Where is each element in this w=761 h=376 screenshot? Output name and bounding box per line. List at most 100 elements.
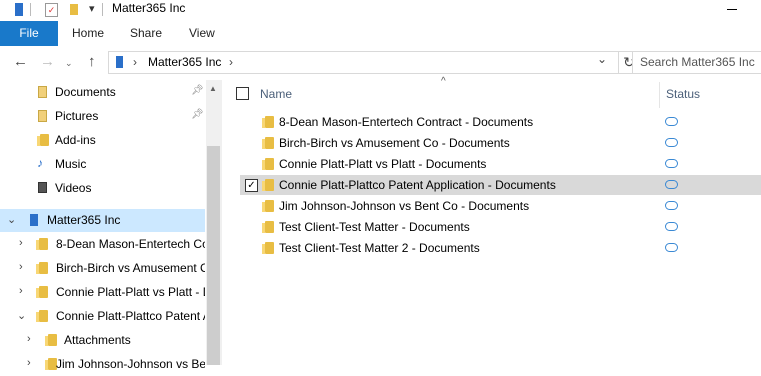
window-title: Matter365 Inc	[112, 1, 186, 15]
file-row[interactable]: 8-Dean Mason-Entertech Contract - Docume…	[240, 112, 761, 132]
file-name: Jim Johnson-Johnson vs Bent Co - Documen…	[279, 199, 530, 213]
nav-item-matter365[interactable]: ⌄ Matter365 Inc	[0, 209, 205, 232]
nav-item-dean-mason[interactable]: › 8-Dean Mason-Entertech Co	[0, 233, 205, 256]
folder-icon	[36, 286, 48, 298]
tab-home[interactable]: Home	[72, 21, 104, 46]
navigation-pane: Documents 📌︎ Pictures 📌︎ Add-ins ♪ Music…	[0, 80, 222, 371]
file-name: 8-Dean Mason-Entertech Contract - Docume…	[279, 115, 534, 129]
nav-item-label: Matter365 Inc	[47, 213, 121, 227]
nav-item-label: Connie Platt-Plattco Patent A	[56, 309, 205, 323]
address-dropdown-icon[interactable]: ⌄	[597, 52, 607, 66]
documents-icon	[38, 86, 47, 98]
file-name: Birch-Birch vs Amusement Co - Documents	[279, 136, 510, 150]
nav-scrollbar-thumb[interactable]	[207, 146, 220, 365]
column-header-status[interactable]: Status	[666, 87, 700, 101]
cloud-status-icon	[665, 180, 678, 189]
tab-view[interactable]: View	[189, 21, 215, 46]
cloud-status-icon	[665, 222, 678, 231]
chevron-down-icon[interactable]: ⌄	[7, 213, 16, 226]
chevron-right-icon[interactable]: ›	[27, 333, 31, 345]
row-checkbox[interactable]: ✓	[245, 179, 258, 192]
customize-toolbar-icon[interactable]: ▾	[89, 2, 95, 15]
nav-item-pictures[interactable]: Pictures 📌︎	[0, 105, 205, 128]
file-tab[interactable]: File	[0, 21, 58, 46]
scroll-up-icon[interactable]: ▲	[209, 84, 217, 93]
cloud-status-icon	[665, 138, 678, 147]
file-name: Connie Platt-Plattco Patent Application …	[279, 178, 556, 192]
nav-item-label: Add-ins	[55, 133, 96, 147]
recent-locations-icon[interactable]: ⌄	[65, 55, 73, 71]
folder-icon	[262, 200, 274, 212]
folder-icon	[262, 221, 274, 233]
properties-icon[interactable]: ✓	[45, 3, 58, 17]
breadcrumb-matter365[interactable]: Matter365 Inc	[148, 55, 221, 69]
nav-item-label: Music	[55, 157, 87, 171]
chevron-down-icon[interactable]: ⌄	[17, 309, 26, 322]
nav-item-attachments[interactable]: › Attachments	[0, 329, 205, 352]
nav-item-label: Videos	[55, 181, 92, 195]
tab-share[interactable]: Share	[130, 21, 162, 46]
file-row-selected[interactable]: ✓ Connie Platt-Plattco Patent Applicatio…	[240, 175, 761, 195]
nav-item-label: Documents	[55, 85, 116, 99]
chevron-right-icon[interactable]: ›	[19, 261, 23, 273]
title-bar: ✓ ▾ Matter365 Inc	[0, 0, 761, 21]
nav-item-add-ins[interactable]: Add-ins	[0, 129, 205, 152]
file-row[interactable]: Birch-Birch vs Amusement Co - Documents	[240, 133, 761, 153]
new-folder-icon[interactable]	[70, 4, 78, 15]
pin-icon[interactable]: 📌︎	[191, 85, 204, 96]
nav-item-music[interactable]: ♪ Music	[0, 153, 205, 176]
folder-icon	[262, 179, 274, 191]
folder-icon	[36, 238, 48, 250]
divider	[30, 3, 31, 16]
music-icon: ♪	[37, 156, 43, 170]
chevron-right-icon[interactable]: ›	[19, 237, 23, 249]
folder-icon	[262, 137, 274, 149]
nav-item-documents[interactable]: Documents 📌︎	[0, 81, 205, 104]
nav-item-videos[interactable]: Videos	[0, 177, 205, 200]
folder-icon	[262, 242, 274, 254]
file-row[interactable]: Jim Johnson-Johnson vs Bent Co - Documen…	[240, 196, 761, 216]
file-name: Connie Platt-Platt vs Platt - Documents	[279, 157, 487, 171]
videos-icon	[38, 182, 47, 193]
file-row[interactable]: Test Client-Test Matter - Documents	[240, 217, 761, 237]
cloud-status-icon	[665, 201, 678, 210]
back-arrow-icon[interactable]: ←	[13, 54, 28, 70]
nav-item-label: Attachments	[64, 333, 131, 347]
building-icon	[30, 214, 38, 226]
up-arrow-icon[interactable]: ↑	[88, 54, 96, 70]
minimize-button[interactable]	[727, 9, 737, 10]
folder-icon	[36, 262, 48, 274]
nav-item-label: Birch-Birch vs Amusement C	[56, 261, 205, 275]
pin-icon[interactable]: 📌︎	[191, 109, 204, 120]
breadcrumb-separator[interactable]: ›	[229, 55, 233, 69]
select-all-checkbox[interactable]	[236, 87, 249, 100]
folder-icon	[45, 334, 57, 346]
search-placeholder: Search Matter365 Inc	[640, 55, 755, 69]
cloud-status-icon	[665, 243, 678, 252]
pictures-icon	[38, 110, 47, 122]
divider	[102, 3, 103, 16]
chevron-right-icon[interactable]: ›	[27, 357, 31, 369]
cloud-status-icon	[665, 159, 678, 168]
building-icon	[116, 56, 123, 68]
file-row[interactable]: Connie Platt-Platt vs Platt - Documents	[240, 154, 761, 174]
nav-item-label: 8-Dean Mason-Entertech Co	[56, 237, 205, 251]
nav-item-connie-platt-platt[interactable]: › Connie Platt-Platt vs Platt - D	[0, 281, 205, 304]
nav-item-connie-platt-plattco[interactable]: ⌄ Connie Platt-Plattco Patent A	[0, 305, 205, 328]
column-header-name[interactable]: Name	[260, 87, 292, 101]
nav-item-birch[interactable]: › Birch-Birch vs Amusement C	[0, 257, 205, 280]
building-icon	[15, 3, 23, 16]
forward-arrow-icon[interactable]: →	[40, 54, 55, 70]
column-divider[interactable]	[659, 82, 660, 108]
chevron-right-icon[interactable]: ›	[19, 285, 23, 297]
folder-icon	[36, 310, 48, 322]
nav-item-label: Pictures	[55, 109, 99, 123]
search-input[interactable]: Search Matter365 Inc	[632, 51, 761, 74]
folder-icon	[262, 116, 274, 128]
file-name: Test Client-Test Matter - Documents	[279, 220, 470, 234]
file-name: Test Client-Test Matter 2 - Documents	[279, 241, 480, 255]
file-row[interactable]: Test Client-Test Matter 2 - Documents	[240, 238, 761, 258]
address-bar[interactable]: › Matter365 Inc › ⌄	[108, 51, 619, 74]
breadcrumb-separator[interactable]: ›	[133, 55, 137, 69]
folder-icon	[262, 158, 274, 170]
